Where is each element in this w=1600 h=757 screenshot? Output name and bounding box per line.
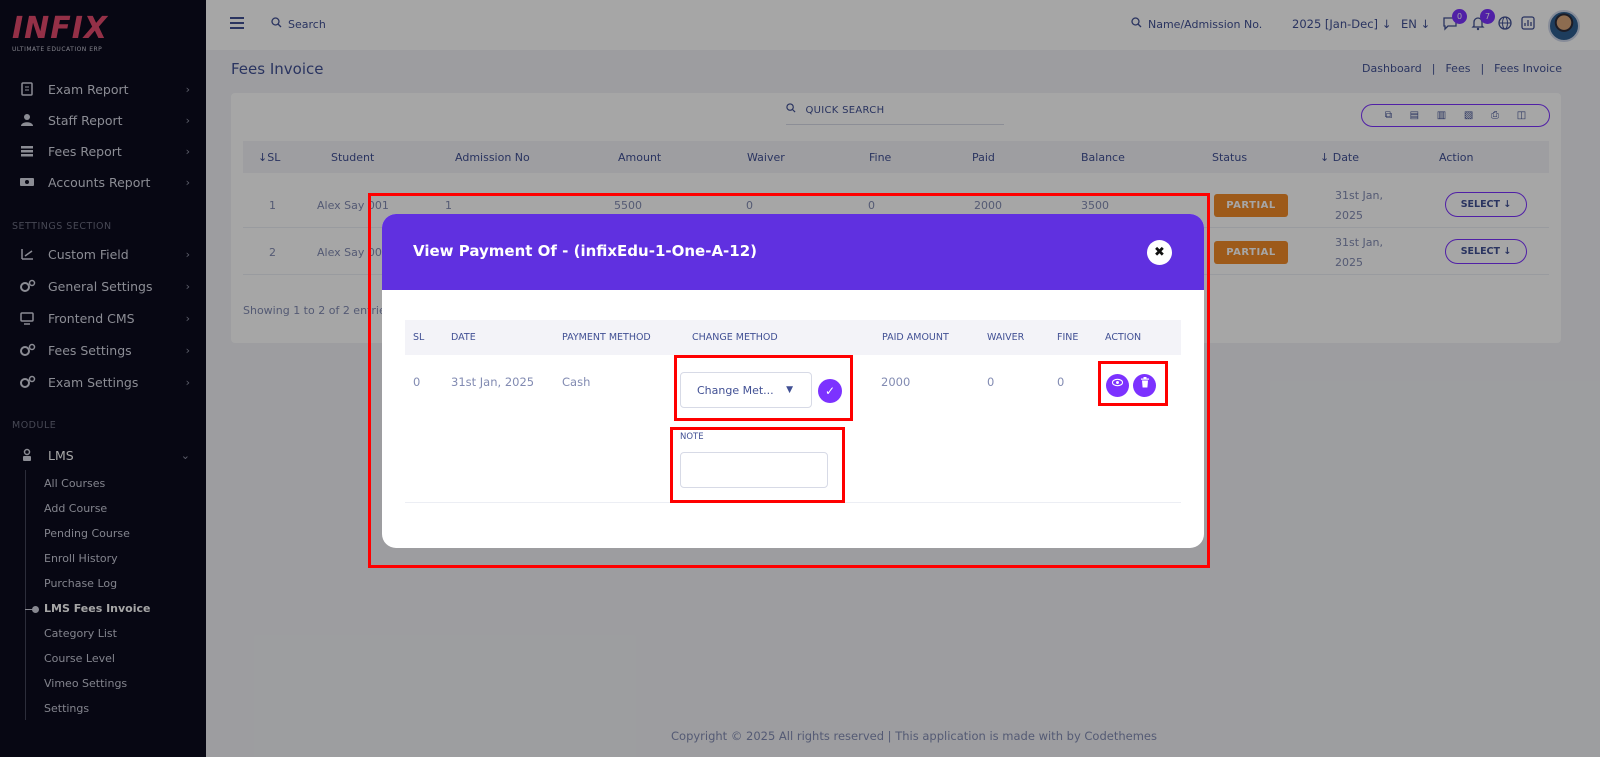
payment-cell-sl: 0 [413,375,421,389]
column-header-action: ACTION [1105,332,1142,343]
close-button[interactable]: ✖ [1147,240,1172,265]
payment-table-header: SL DATE PAYMENT METHOD CHANGE METHOD PAI… [405,320,1181,355]
column-header-fine: FINE [1057,332,1079,343]
column-header-waiver: WAIVER [987,332,1025,343]
payment-cell-method: Cash [562,375,591,389]
payment-cell-fine: 0 [1057,375,1065,389]
column-header-change-method: CHANGE METHOD [692,332,778,343]
highlight-change-method [674,355,853,421]
column-header-date: DATE [451,332,476,343]
column-header-sl: SL [413,332,425,343]
payment-cell-date: 31st Jan, 2025 [451,375,535,389]
payment-cell-paid-amount: 2000 [881,375,911,389]
column-header-paid-amount: PAID AMOUNT [882,332,949,343]
payment-cell-waiver: 0 [987,375,995,389]
modal-title: View Payment Of - (infixEdu-1-One-A-12) [413,242,758,260]
highlight-note [670,427,845,503]
close-icon: ✖ [1154,245,1165,260]
modal-header: View Payment Of - (infixEdu-1-One-A-12) … [382,214,1204,290]
column-header-payment-method: PAYMENT METHOD [562,332,651,343]
highlight-actions [1098,361,1168,406]
